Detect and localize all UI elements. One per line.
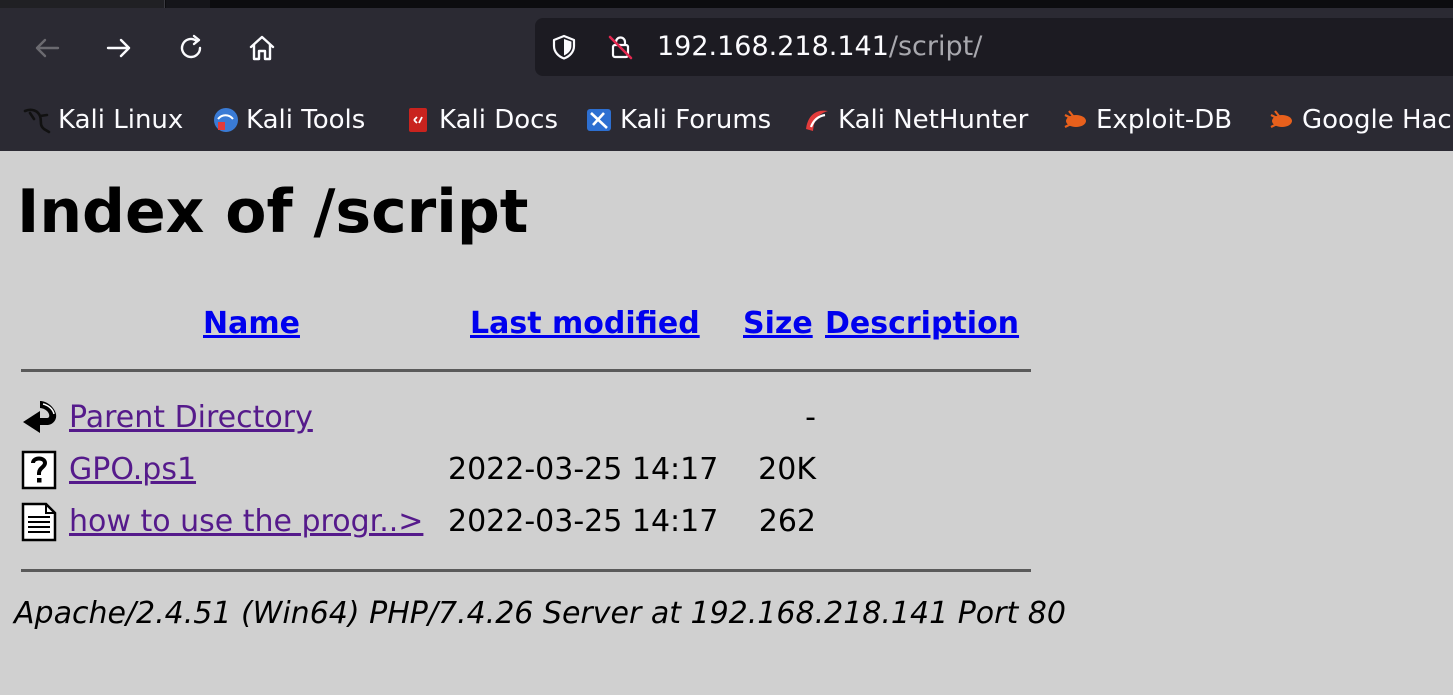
- parent-directory-link[interactable]: Parent Directory: [69, 400, 313, 436]
- forward-button[interactable]: [97, 26, 141, 70]
- back-button[interactable]: [25, 26, 69, 70]
- sort-by-name-link[interactable]: Name: [203, 306, 300, 342]
- new-tab-area[interactable]: [166, 0, 210, 8]
- bookmark-kali-forums[interactable]: Kali Forums: [584, 102, 771, 138]
- browser-toolbar: 192.168.218.141/script/: [0, 8, 1453, 92]
- forward-arrow-icon: [106, 38, 131, 58]
- bookmark-label: Kali Docs: [439, 105, 559, 135]
- tracking-protection-shield-icon[interactable]: [549, 32, 579, 62]
- bookmarks-toolbar: Kali Linux Kali Tools Kali Docs Kali For…: [0, 92, 1453, 151]
- unknown-file-icon: [21, 450, 57, 490]
- bookmark-label: Exploit-DB: [1096, 105, 1233, 135]
- table-row: Parent Directory -: [0, 394, 1100, 442]
- row-date: 2022-03-25 14:17: [448, 504, 719, 539]
- reload-icon: [180, 34, 202, 59]
- insecure-lock-icon[interactable]: [605, 32, 635, 62]
- kali-forums-icon: [584, 105, 614, 135]
- browser-tab[interactable]: [0, 0, 165, 8]
- row-size: 262: [758, 504, 816, 539]
- bookmark-kali-linux[interactable]: Kali Linux: [22, 102, 183, 138]
- back-arrow-icon: [23, 401, 57, 433]
- url-text[interactable]: 192.168.218.141/script/: [657, 30, 982, 64]
- url-bar[interactable]: 192.168.218.141/script/: [535, 18, 1453, 76]
- bookmark-kali-docs[interactable]: Kali Docs: [403, 102, 558, 138]
- bookmark-google-hacking[interactable]: Google Hac: [1266, 102, 1452, 138]
- home-button[interactable]: [240, 26, 284, 70]
- tab-strip: [0, 0, 1453, 8]
- kali-docs-icon: [403, 105, 433, 135]
- bookmark-label: Kali NetHunter: [838, 105, 1029, 135]
- table-row: how to use the progr..> 2022-03-25 14:17…: [0, 498, 1100, 546]
- bookmark-label: Kali Tools: [246, 105, 366, 135]
- file-link-gpo-ps1[interactable]: GPO.ps1: [69, 452, 196, 488]
- kali-tools-icon: [210, 105, 240, 135]
- bookmark-kali-tools[interactable]: Kali Tools: [210, 102, 365, 138]
- exploit-db-icon: [1266, 105, 1296, 135]
- back-arrow-icon: [35, 38, 60, 58]
- url-path: /script/: [888, 31, 983, 62]
- file-link-how-to-use[interactable]: how to use the progr..>: [69, 504, 423, 540]
- sort-by-last-modified-link[interactable]: Last modified: [470, 306, 700, 342]
- server-signature: Apache/2.4.51 (Win64) PHP/7.4.26 Server …: [14, 596, 1066, 631]
- kali-nethunter-icon: [802, 105, 832, 135]
- page-content: Index of /script Name Last modified Size…: [0, 151, 1453, 695]
- table-row: GPO.ps1 2022-03-25 14:17 20K: [0, 446, 1100, 494]
- footer-divider: [21, 569, 1031, 572]
- bookmark-kali-nethunter[interactable]: Kali NetHunter: [802, 102, 1028, 138]
- page-title: Index of /script: [17, 177, 529, 247]
- bookmark-exploit-db[interactable]: Exploit-DB: [1060, 102, 1232, 138]
- row-size: -: [805, 400, 816, 435]
- row-date: 2022-03-25 14:17: [448, 452, 719, 487]
- reload-button[interactable]: [169, 26, 213, 70]
- kali-dragon-icon: [22, 105, 52, 135]
- exploit-db-icon: [1060, 105, 1090, 135]
- url-host: 192.168.218.141: [657, 31, 889, 62]
- bookmark-label: Google Hac: [1302, 105, 1452, 135]
- bookmark-label: Kali Forums: [620, 105, 772, 135]
- sort-by-description-link[interactable]: Description: [825, 306, 1019, 342]
- sort-by-size-link[interactable]: Size: [743, 306, 813, 342]
- row-size: 20K: [758, 452, 816, 487]
- text-file-icon: [21, 502, 57, 542]
- header-divider: [21, 369, 1031, 372]
- bookmark-label: Kali Linux: [58, 105, 184, 135]
- home-icon: [249, 35, 275, 61]
